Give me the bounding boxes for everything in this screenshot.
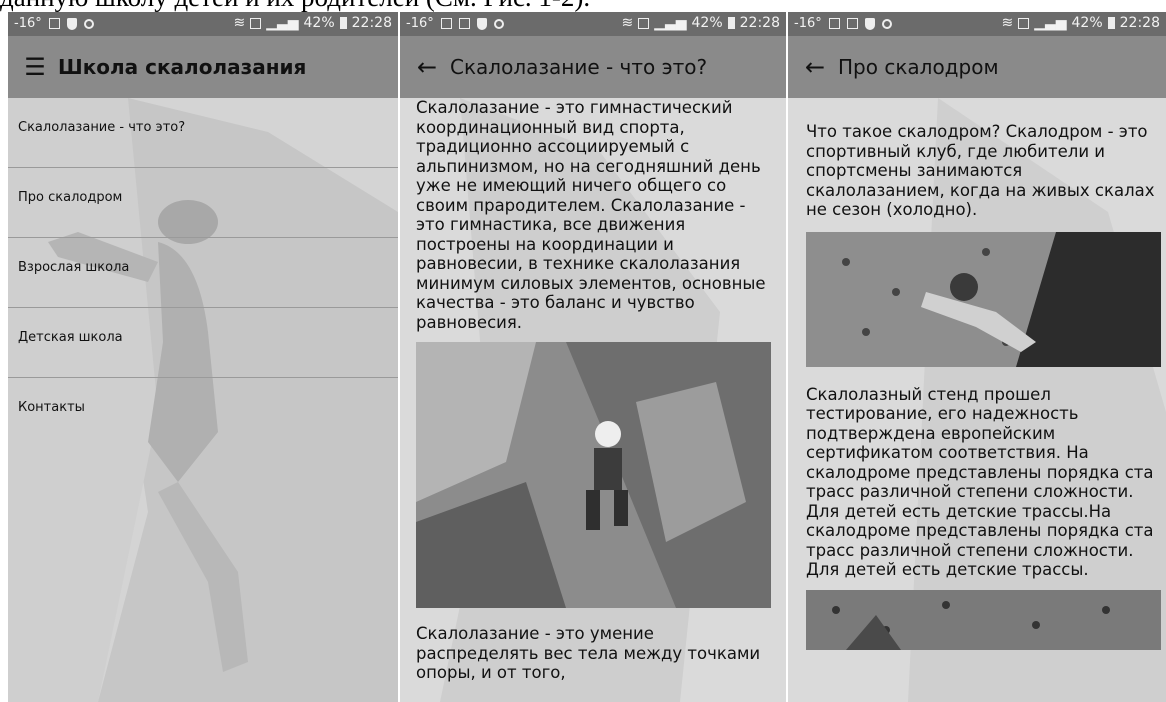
climbing-wall-holds-photo bbox=[806, 589, 1161, 650]
article-paragraph: Что такое скалодром? Скалодром - это спо… bbox=[806, 122, 1155, 219]
shield-icon bbox=[864, 17, 875, 30]
temperature-text: -16° bbox=[406, 16, 434, 31]
back-arrow-icon[interactable]: ← bbox=[404, 53, 450, 81]
signal-icon: ▁▃▅ bbox=[1034, 15, 1067, 31]
battery-icon bbox=[727, 17, 735, 29]
image-icon bbox=[846, 18, 858, 29]
menu-item-adult-school[interactable]: Взрослая школа bbox=[8, 238, 398, 308]
nfc-icon bbox=[1018, 17, 1030, 29]
app-toolbar: ← Про скалодром bbox=[788, 36, 1166, 98]
toolbar-title: Про скалодром bbox=[838, 55, 999, 79]
shield-icon bbox=[66, 17, 77, 30]
article-paragraph: Скалолазание - это умение распределять в… bbox=[416, 624, 761, 682]
app-icon bbox=[881, 18, 892, 29]
indoor-climbing-wall-photo bbox=[806, 231, 1161, 367]
status-bar: -16° ≋ ▁▃▅ 42% 22:28 bbox=[400, 12, 786, 36]
toolbar-title: Скалолазание - что это? bbox=[450, 55, 708, 79]
menu-item-kids-school[interactable]: Детская школа bbox=[8, 308, 398, 378]
image-icon bbox=[458, 18, 470, 29]
article-content: Скалолазание - это гимнастический коорди… bbox=[416, 98, 778, 683]
nfc-icon bbox=[250, 17, 262, 29]
article-paragraph: Скалолазание - это гимнастический коорди… bbox=[416, 98, 766, 332]
clock-text: 22:28 bbox=[739, 15, 780, 31]
navigation-menu: Скалолазание - что это? Про скалодром Вз… bbox=[8, 98, 398, 448]
child-climbing-rock-photo bbox=[416, 342, 771, 608]
image-icon bbox=[440, 18, 452, 29]
signal-icon: ▁▃▅ bbox=[266, 15, 299, 31]
battery-icon bbox=[1107, 17, 1115, 29]
clock-text: 22:28 bbox=[351, 15, 392, 31]
wifi-icon: ≋ bbox=[621, 15, 634, 31]
battery-percent: 42% bbox=[1071, 15, 1103, 31]
menu-item-what-is-climbing[interactable]: Скалолазание - что это? bbox=[8, 98, 398, 168]
signal-icon: ▁▃▅ bbox=[654, 15, 687, 31]
temperature-text: -16° bbox=[794, 16, 822, 31]
nfc-icon bbox=[638, 17, 650, 29]
status-bar: -16° ≋ ▁▃▅ 42% 22:28 bbox=[8, 12, 398, 36]
shield-icon bbox=[476, 17, 487, 30]
wifi-icon: ≋ bbox=[1001, 15, 1014, 31]
document-caption: данную школу детей и их родителей (См. Р… bbox=[0, 0, 1166, 12]
menu-item-contacts[interactable]: Контакты bbox=[8, 378, 398, 448]
screen-climbing-wall: -16° ≋ ▁▃▅ 42% 22:28 ← Про скалодром Что та… bbox=[788, 12, 1166, 702]
article-content: Что такое скалодром? Скалодром - это спо… bbox=[806, 122, 1161, 650]
article-paragraph: Скалолазный стенд прошел тестирование, е… bbox=[806, 384, 1154, 580]
hamburger-menu-icon[interactable]: ☰ bbox=[12, 53, 58, 81]
image-icon bbox=[828, 18, 840, 29]
app-toolbar: ← Скалолазание - что это? bbox=[400, 36, 786, 98]
app-toolbar: ☰ Школа скалолазания bbox=[8, 36, 398, 98]
screen-main-menu: -16° ≋ ▁▃▅ 42% 22:28 ☰ Школа скалолазания С… bbox=[8, 12, 398, 702]
screen-what-is-climbing: -16° ≋ ▁▃▅ 42% 22:28 ← Скалолазание - что э… bbox=[400, 12, 786, 702]
battery-percent: 42% bbox=[691, 15, 723, 31]
temperature-text: -16° bbox=[14, 16, 42, 31]
wifi-icon: ≋ bbox=[233, 15, 246, 31]
status-bar: -16° ≋ ▁▃▅ 42% 22:28 bbox=[788, 12, 1166, 36]
app-icon bbox=[493, 18, 504, 29]
back-arrow-icon[interactable]: ← bbox=[792, 53, 838, 81]
clock-text: 22:28 bbox=[1119, 15, 1160, 31]
menu-item-climbing-wall[interactable]: Про скалодром bbox=[8, 168, 398, 238]
toolbar-title: Школа скалолазания bbox=[58, 55, 307, 79]
battery-percent: 42% bbox=[303, 15, 335, 31]
battery-icon bbox=[339, 17, 347, 29]
app-icon bbox=[83, 18, 94, 29]
image-icon bbox=[48, 18, 60, 29]
